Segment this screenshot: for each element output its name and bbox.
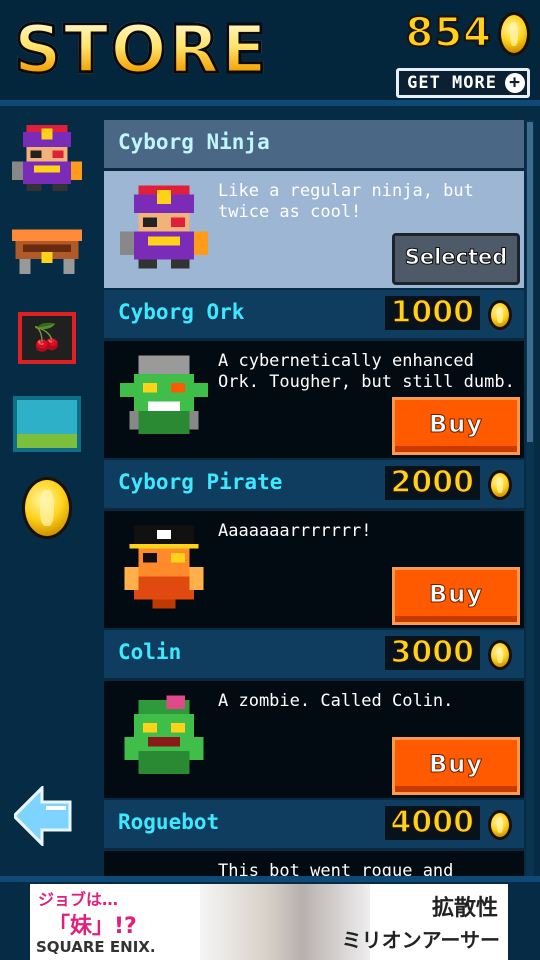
ad-text-line1: ジョブは… — [38, 890, 119, 909]
store-item-cyborg-ninja[interactable]: Cyborg Ninja Like a regular ninja, but t… — [104, 120, 524, 288]
store-item-cyborg-ork[interactable]: Cyborg Ork 1000 A cybernetically enhance… — [104, 290, 524, 458]
category-hats[interactable] — [12, 218, 82, 282]
item-name: Cyborg Ork — [118, 300, 245, 324]
footer-divider — [0, 876, 540, 882]
ad-text-line2: 「妹」!? — [48, 914, 137, 939]
item-header: Roguebot 4000 — [104, 800, 524, 851]
scrollbar-thumb[interactable] — [527, 122, 533, 442]
item-header: Cyborg Ninja — [104, 120, 524, 171]
cyborg-ork-avatar — [120, 355, 208, 435]
category-levels[interactable] — [12, 392, 82, 456]
item-name: Colin — [118, 640, 182, 664]
ad-logo-line1: 拡散性 — [431, 895, 498, 921]
item-body: A cybernetically enhanced Ork. Tougher, … — [104, 341, 524, 458]
category-coins[interactable] — [12, 476, 82, 540]
get-more-label: GET MORE — [407, 73, 497, 93]
store-title: STORE — [13, 11, 269, 88]
selected-button[interactable]: Selected — [392, 233, 520, 285]
item-body: A zombie. Called Colin. Buy — [104, 681, 524, 798]
item-price: 1000 — [384, 295, 480, 330]
item-name: Cyborg Pirate — [118, 470, 283, 494]
item-name: Roguebot — [118, 810, 220, 834]
ninja-icon — [12, 124, 82, 192]
item-price: 2000 — [384, 465, 480, 500]
ad-logo-line2: ミリオンアーサー — [341, 928, 500, 952]
category-characters[interactable] — [12, 124, 82, 192]
store-item-colin[interactable]: Colin 3000 A zombie. Called Colin. Buy — [104, 630, 524, 798]
item-price: 4000 — [384, 805, 480, 840]
plus-icon: + — [505, 73, 525, 93]
category-fruit[interactable]: 🍒 — [12, 306, 82, 370]
ad-brand: SQUARE ENIX. — [36, 938, 156, 956]
colin-zombie-avatar — [124, 695, 204, 775]
category-sidebar: 🍒 — [0, 106, 98, 880]
coin-icon — [498, 12, 530, 56]
coin-balance: 854 — [405, 9, 492, 57]
store-item-roguebot[interactable]: Roguebot 4000 This bot went rogue and — [104, 800, 524, 880]
item-description: A zombie. Called Colin. — [218, 691, 454, 711]
store-header: STORE 854 GET MORE + — [0, 0, 540, 100]
coin-icon — [488, 470, 512, 500]
get-more-button[interactable]: GET MORE + — [396, 68, 530, 98]
item-name: Cyborg Ninja — [118, 130, 270, 154]
item-price: 3000 — [384, 635, 480, 670]
item-description: Like a regular ninja, but twice as cool! — [218, 181, 474, 222]
level-icon — [13, 396, 81, 452]
cyborg-pirate-avatar — [124, 525, 204, 609]
cherry-icon: 🍒 — [18, 312, 76, 364]
item-description: Aaaaaaarrrrrrr! — [218, 521, 372, 541]
back-button[interactable] — [11, 784, 74, 848]
item-body: Aaaaaaarrrrrrr! Buy — [104, 511, 524, 628]
buy-button[interactable]: Buy — [392, 397, 520, 455]
item-header: Colin 3000 — [104, 630, 524, 681]
cyborg-ninja-avatar — [120, 185, 208, 269]
back-arrow-icon — [11, 784, 72, 848]
ad-banner[interactable]: ジョブは… 「妹」!? SQUARE ENIX. 拡散性 ミリオンアーサー — [30, 884, 508, 960]
coin-icon — [22, 477, 72, 539]
buy-button[interactable]: Buy — [392, 737, 520, 795]
coin-icon — [488, 300, 512, 330]
item-description: A cybernetically enhanced Ork. Tougher, … — [218, 351, 515, 392]
store-item-cyborg-pirate[interactable]: Cyborg Pirate 2000 Aaaaaaarrrrrrr! Buy — [104, 460, 524, 628]
coin-icon — [488, 810, 512, 840]
item-header: Cyborg Pirate 2000 — [104, 460, 524, 511]
item-header: Cyborg Ork 1000 — [104, 290, 524, 341]
buy-button[interactable]: Buy — [392, 567, 520, 625]
hat-icon — [12, 229, 82, 274]
coin-icon — [488, 640, 512, 670]
item-body: Like a regular ninja, but twice as cool!… — [104, 171, 524, 288]
store-item-list[interactable]: Cyborg Ninja Like a regular ninja, but t… — [104, 120, 524, 880]
